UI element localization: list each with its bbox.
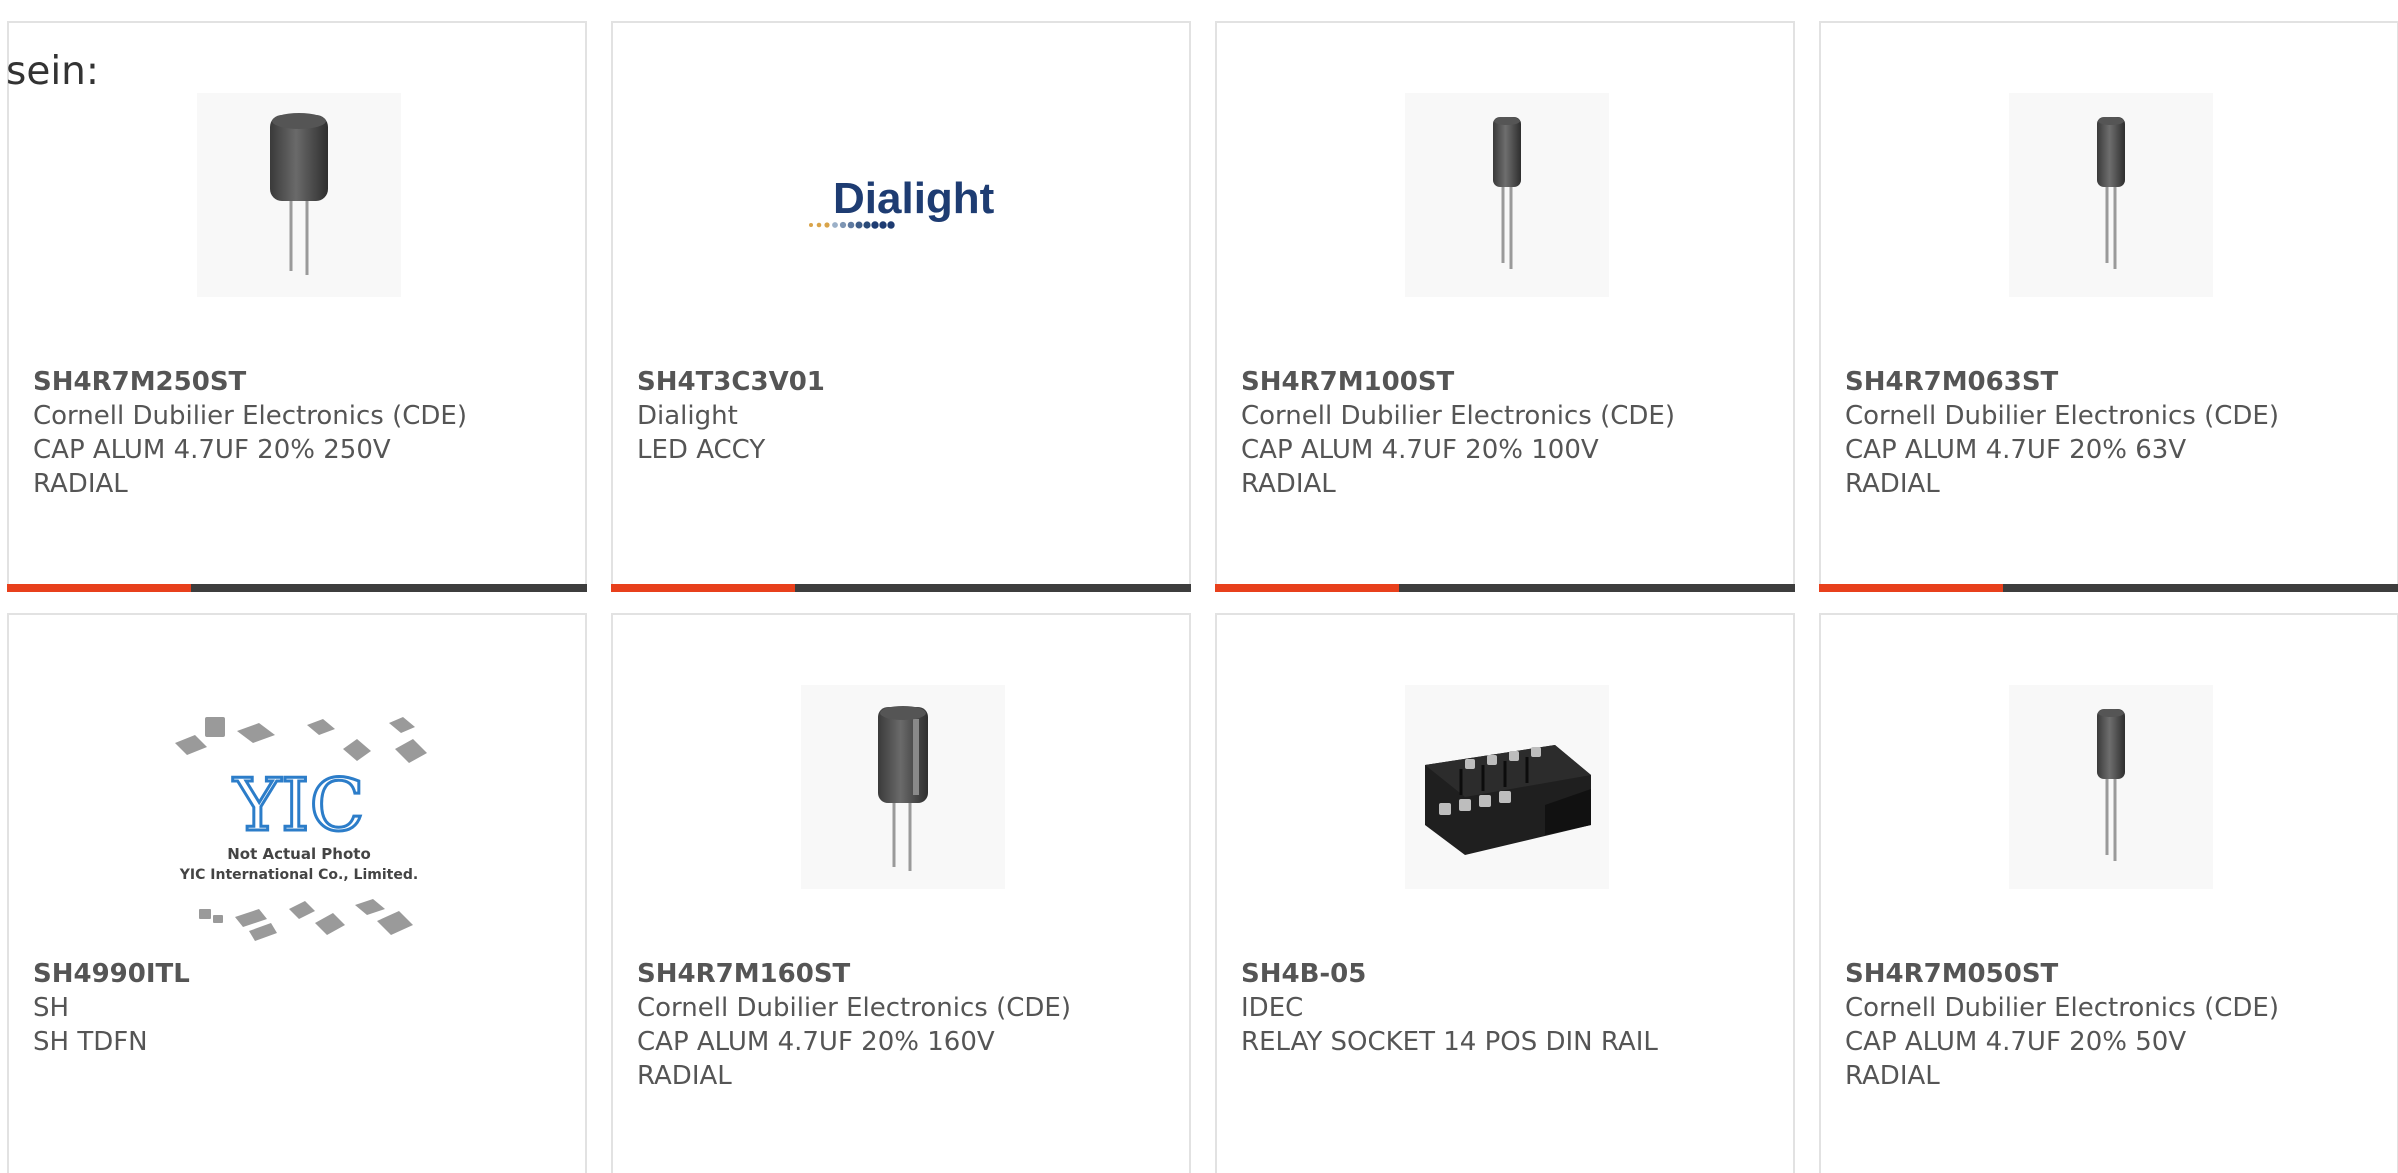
product-info: SH4990ITL SH SH TDFN	[33, 957, 565, 1059]
card-accent-bar	[7, 584, 191, 592]
card-bottom-bar	[7, 584, 587, 592]
yic-logo: YIC	[232, 763, 364, 847]
description: LED ACCY	[637, 435, 766, 465]
description-package: RADIAL	[1845, 469, 1940, 499]
product-card[interactable]: SH4R7M160ST Cornell Dubilier Electronics…	[611, 613, 1191, 1173]
yic-placeholder-image: YIC Not Actual Photo YIC International C…	[175, 717, 427, 941]
part-number-link[interactable]: SH4R7M250ST	[33, 365, 565, 399]
product-image[interactable]: Dialight	[801, 93, 1005, 297]
description: CAP ALUM 4.7UF 20% 50V	[1845, 1027, 2187, 1057]
card-bottom-bar	[611, 584, 1191, 592]
part-number-link[interactable]: SH4R7M100ST	[1241, 365, 1773, 399]
capacitor-small-icon	[1493, 117, 1521, 269]
description: CAP ALUM 4.7UF 20% 63V	[1845, 435, 2187, 465]
product-card[interactable]: YIC Not Actual Photo YIC International C…	[7, 613, 587, 1173]
product-image[interactable]	[197, 93, 401, 297]
card-bottom-bar	[1819, 584, 2398, 592]
description: RELAY SOCKET 14 POS DIN RAIL	[1241, 1027, 1658, 1057]
product-results-page: sein: SH4R7M250ST Cornell Dubilier Elect…	[0, 0, 2398, 1173]
manufacturer: Dialight	[637, 401, 738, 431]
photo-note: Not Actual Photo	[227, 845, 371, 863]
page-heading: sein:	[6, 49, 100, 94]
part-number-link[interactable]: SH4R7M160ST	[637, 957, 1169, 991]
part-number-link[interactable]: SH4R7M063ST	[1845, 365, 2377, 399]
card-bottom-bar	[1215, 584, 1795, 592]
product-image[interactable]	[2009, 685, 2213, 889]
capacitor-small-icon	[2097, 117, 2125, 269]
part-number-link[interactable]: SH4990ITL	[33, 957, 565, 991]
product-image[interactable]	[801, 685, 1005, 889]
capacitor-small-icon	[2097, 709, 2125, 861]
product-info: SH4R7M160ST Cornell Dubilier Electronics…	[637, 957, 1169, 1093]
product-info: SH4R7M250ST Cornell Dubilier Electronics…	[33, 365, 565, 501]
part-number-link[interactable]: SH4T3C3V01	[637, 365, 1169, 399]
card-accent-bar	[1215, 584, 1399, 592]
description: CAP ALUM 4.7UF 20% 160V	[637, 1027, 995, 1057]
description-package: RADIAL	[33, 469, 128, 499]
product-info: SH4R7M050ST Cornell Dubilier Electronics…	[1845, 957, 2377, 1093]
capacitor-large-icon	[878, 706, 928, 871]
product-image[interactable]	[2009, 93, 2213, 297]
product-card[interactable]: SH4R7M050ST Cornell Dubilier Electronics…	[1819, 613, 2398, 1173]
part-number-link[interactable]: SH4B-05	[1241, 957, 1773, 991]
capacitor-large-icon	[270, 113, 328, 275]
product-info: SH4B-05 IDEC RELAY SOCKET 14 POS DIN RAI…	[1241, 957, 1773, 1059]
product-card[interactable]: SH4R7M250ST Cornell Dubilier Electronics…	[7, 21, 587, 592]
product-card[interactable]: SH4R7M063ST Cornell Dubilier Electronics…	[1819, 21, 2398, 592]
manufacturer: Cornell Dubilier Electronics (CDE)	[1845, 401, 2279, 431]
chip-icons-top	[175, 717, 427, 763]
chip-icons-bottom	[199, 899, 413, 941]
description-package: RADIAL	[637, 1061, 732, 1091]
description-package: RADIAL	[1845, 1061, 1940, 1091]
product-grid: SH4R7M250ST Cornell Dubilier Electronics…	[7, 21, 2398, 1173]
description: SH TDFN	[33, 1027, 148, 1057]
manufacturer: Cornell Dubilier Electronics (CDE)	[1241, 401, 1675, 431]
card-accent-bar	[1819, 584, 2003, 592]
relay-socket-icon	[1425, 745, 1591, 855]
product-card[interactable]: SH4R7M100ST Cornell Dubilier Electronics…	[1215, 21, 1795, 592]
photo-note-company: YIC International Co., Limited.	[179, 867, 418, 883]
product-info: SH4T3C3V01 Dialight LED ACCY	[637, 365, 1169, 467]
manufacturer: Cornell Dubilier Electronics (CDE)	[1845, 993, 2279, 1023]
description-package: RADIAL	[1241, 469, 1336, 499]
dialight-dots	[809, 221, 895, 229]
product-image[interactable]	[1405, 93, 1609, 297]
description: CAP ALUM 4.7UF 20% 250V	[33, 435, 391, 465]
product-info: SH4R7M100ST Cornell Dubilier Electronics…	[1241, 365, 1773, 501]
product-card[interactable]: Dialight SH4T3C3V01 Dialight LED ACCY	[611, 21, 1191, 592]
product-image[interactable]	[1405, 685, 1609, 889]
dialight-logo: Dialight	[809, 174, 995, 229]
dialight-logo-text: Dialight	[833, 174, 995, 223]
manufacturer: Cornell Dubilier Electronics (CDE)	[637, 993, 1071, 1023]
manufacturer: IDEC	[1241, 993, 1304, 1023]
description: CAP ALUM 4.7UF 20% 100V	[1241, 435, 1599, 465]
manufacturer: SH	[33, 993, 70, 1023]
product-card[interactable]: SH4B-05 IDEC RELAY SOCKET 14 POS DIN RAI…	[1215, 613, 1795, 1173]
card-accent-bar	[611, 584, 795, 592]
product-info: SH4R7M063ST Cornell Dubilier Electronics…	[1845, 365, 2377, 501]
manufacturer: Cornell Dubilier Electronics (CDE)	[33, 401, 467, 431]
product-image[interactable]: YIC Not Actual Photo YIC International C…	[159, 695, 439, 945]
part-number-link[interactable]: SH4R7M050ST	[1845, 957, 2377, 991]
